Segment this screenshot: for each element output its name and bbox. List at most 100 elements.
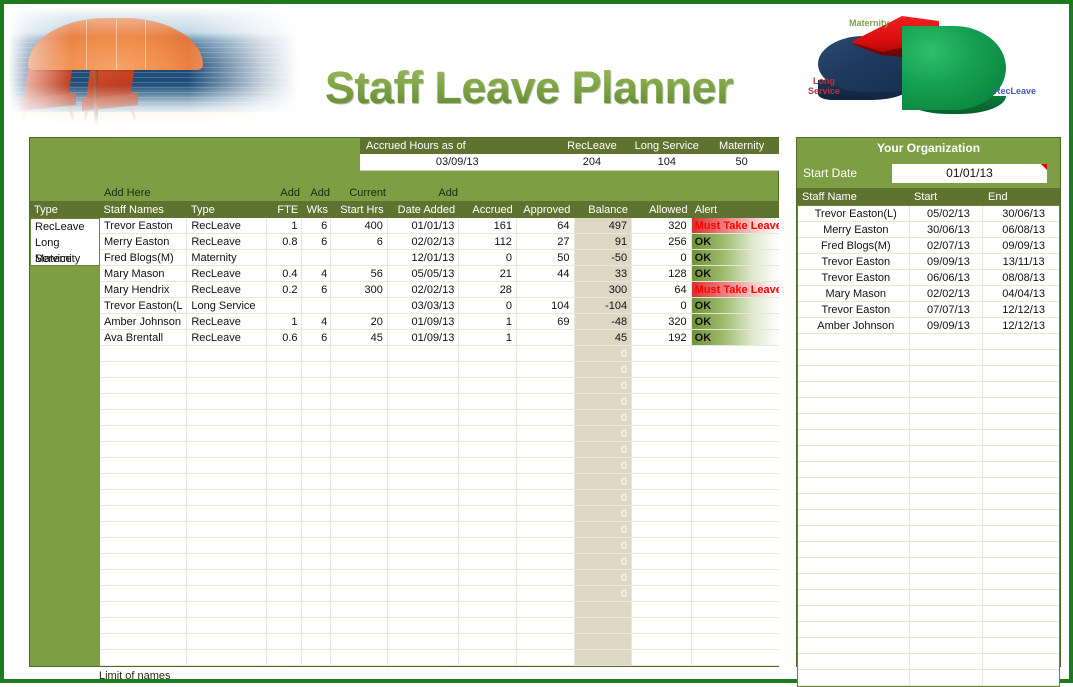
org-cell-name[interactable] (798, 542, 910, 557)
cell-fte[interactable]: 1 (267, 314, 302, 329)
cell-allowed[interactable] (632, 442, 692, 457)
cell-balance[interactable]: -50 (574, 250, 633, 265)
cell-balance[interactable]: 0 (574, 362, 633, 377)
list-item-empty[interactable] (798, 638, 1059, 654)
table-row-empty[interactable]: 0 (100, 538, 779, 554)
list-item-empty[interactable] (798, 430, 1059, 446)
table-row-empty[interactable] (100, 650, 779, 666)
cell-allowed[interactable] (632, 410, 692, 425)
cell-name[interactable] (100, 602, 188, 617)
org-cell-name[interactable]: Mary Mason (798, 286, 910, 301)
cell-fte[interactable] (267, 490, 302, 505)
cell-accrued[interactable]: 28 (459, 282, 517, 297)
cell-start[interactable] (331, 634, 388, 649)
cell-date[interactable]: 02/02/13 (388, 282, 460, 297)
cell-name[interactable]: Mary Hendrix (100, 282, 188, 297)
cell-balance[interactable]: 0 (574, 410, 633, 425)
cell-fte[interactable] (267, 378, 302, 393)
cell-approved[interactable] (517, 538, 575, 553)
org-cell-name[interactable] (798, 398, 910, 413)
org-cell-end[interactable]: 04/04/13 (983, 286, 1059, 301)
cell-type[interactable]: Maternity (187, 250, 267, 265)
list-item-empty[interactable] (798, 334, 1059, 350)
org-cell-start[interactable] (910, 446, 984, 461)
header-type[interactable]: Type (187, 204, 266, 216)
cell-date[interactable] (388, 634, 460, 649)
cell-type[interactable]: RecLeave (187, 234, 267, 249)
header-staff-names[interactable]: Staff Names (100, 204, 187, 216)
cell-fte[interactable] (267, 602, 302, 617)
list-item-empty[interactable] (798, 606, 1059, 622)
cell-balance[interactable]: 0 (574, 426, 633, 441)
cell-approved[interactable]: 50 (517, 250, 575, 265)
cell-fte[interactable]: 1 (267, 218, 302, 233)
org-cell-name[interactable] (798, 510, 910, 525)
cell-name[interactable] (100, 634, 188, 649)
cell-date[interactable] (388, 410, 460, 425)
cell-name[interactable] (100, 490, 188, 505)
cell-balance[interactable]: 0 (574, 554, 633, 569)
org-cell-name[interactable] (798, 606, 910, 621)
header-balance[interactable]: Balance (574, 204, 632, 216)
cell-wks[interactable]: 6 (302, 330, 332, 345)
cell-fte[interactable] (267, 634, 302, 649)
cell-date[interactable] (388, 618, 460, 633)
org-cell-end[interactable] (983, 574, 1059, 589)
cell-start[interactable]: 400 (331, 218, 388, 233)
cell-accrued[interactable]: 112 (459, 234, 517, 249)
org-cell-start[interactable] (910, 366, 984, 381)
list-item-empty[interactable] (798, 478, 1059, 494)
org-cell-start[interactable]: 07/07/13 (910, 302, 984, 317)
table-row-empty[interactable]: 0 (100, 458, 779, 474)
cell-wks[interactable] (302, 650, 332, 665)
list-item[interactable]: Amber Johnson 09/09/13 12/12/13 (798, 318, 1059, 334)
cell-start[interactable]: 300 (331, 282, 388, 297)
cell-name[interactable] (100, 618, 188, 633)
table-row-empty[interactable]: 0 (100, 394, 779, 410)
cell-name[interactable]: Trevor Easton(L (100, 298, 188, 313)
org-cell-start[interactable]: 05/02/13 (910, 206, 984, 221)
cell-wks[interactable] (302, 618, 332, 633)
cell-type[interactable] (187, 394, 267, 409)
cell-start[interactable] (331, 250, 388, 265)
cell-fte[interactable] (267, 394, 302, 409)
cell-wks[interactable] (302, 442, 332, 457)
table-row-empty[interactable]: 0 (100, 554, 779, 570)
list-item-empty[interactable] (798, 574, 1059, 590)
cell-balance[interactable]: 45 (574, 330, 633, 345)
cell-balance[interactable]: 497 (574, 218, 633, 233)
org-cell-name[interactable] (798, 638, 910, 653)
cell-approved[interactable] (517, 442, 575, 457)
list-item-empty[interactable] (798, 398, 1059, 414)
org-cell-end[interactable] (983, 510, 1059, 525)
type-legend-item-maternity[interactable]: Maternity (31, 251, 99, 267)
org-cell-end[interactable] (983, 638, 1059, 653)
cell-start[interactable] (331, 650, 388, 665)
cell-accrued[interactable] (459, 634, 517, 649)
cell-date[interactable] (388, 554, 460, 569)
cell-balance[interactable]: 0 (574, 458, 633, 473)
cell-date[interactable]: 03/03/13 (388, 298, 460, 313)
cell-approved[interactable] (517, 330, 575, 345)
cell-name[interactable] (100, 538, 188, 553)
cell-type[interactable] (187, 474, 267, 489)
header-org-staff-name[interactable]: Staff Name (797, 191, 909, 203)
cell-start[interactable] (331, 490, 388, 505)
cell-type[interactable] (187, 490, 267, 505)
cell-start[interactable] (331, 394, 388, 409)
list-item-empty[interactable] (798, 510, 1059, 526)
cell-type[interactable]: RecLeave (187, 314, 267, 329)
cell-accrued[interactable]: 0 (459, 250, 517, 265)
cell-type[interactable] (187, 362, 267, 377)
cell-start[interactable] (331, 458, 388, 473)
cell-approved[interactable]: 27 (517, 234, 575, 249)
org-cell-start[interactable] (910, 638, 984, 653)
cell-date[interactable]: 12/01/13 (388, 250, 460, 265)
list-item[interactable]: Trevor Easton 06/06/13 08/08/13 (798, 270, 1059, 286)
cell-approved[interactable] (517, 634, 575, 649)
org-cell-name[interactable]: Trevor Easton(L) (798, 206, 910, 221)
cell-start[interactable]: 20 (331, 314, 388, 329)
cell-approved[interactable] (517, 410, 575, 425)
cell-name[interactable] (100, 554, 188, 569)
cell-date[interactable] (388, 458, 460, 473)
